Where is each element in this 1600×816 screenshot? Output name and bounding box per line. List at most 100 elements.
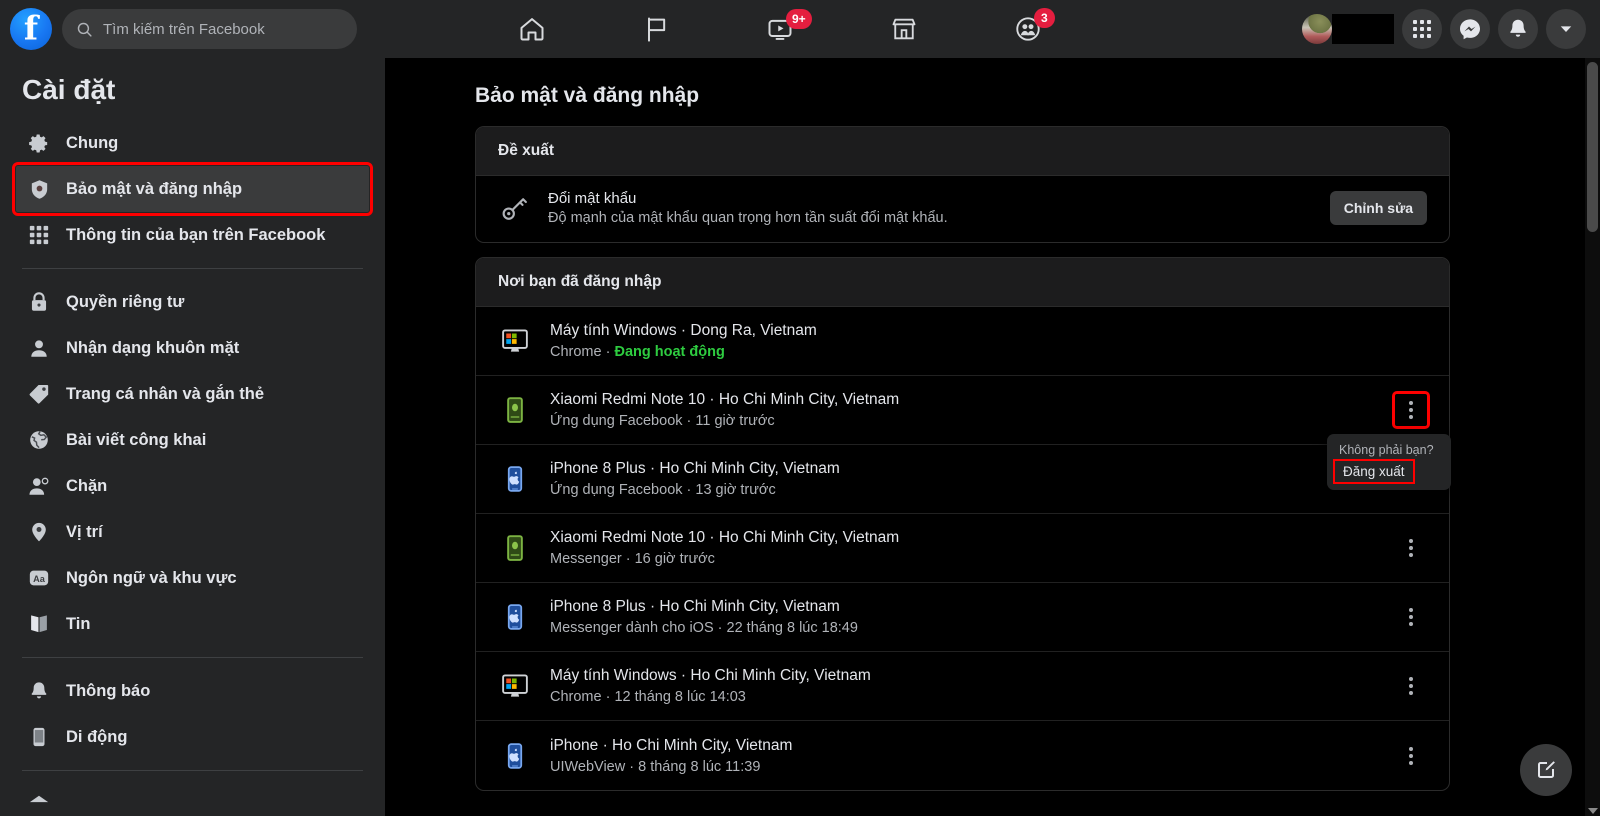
chevron-down-icon (1560, 26, 1572, 32)
bell-icon (1510, 19, 1526, 37)
language-icon: Aa (26, 565, 52, 591)
nav-home-button[interactable] (482, 5, 582, 53)
sidebar-item-label: Ngôn ngữ và khu vực (66, 568, 237, 587)
notifications-button[interactable] (1498, 9, 1538, 49)
sidebar-item-label: Chung (66, 133, 119, 152)
facebook-logo[interactable] (10, 8, 52, 50)
sidebar-title: Cài đặt (22, 74, 116, 105)
sidebar-item-quyen-rieng-tu[interactable]: Quyền riêng tư (16, 279, 369, 325)
compose-icon (1538, 761, 1555, 778)
sidebar-item-vi-tri[interactable]: Vị trí (16, 509, 369, 555)
windows-device-icon (498, 324, 532, 358)
nav-pages-button[interactable] (606, 5, 706, 53)
session-title: Máy tính Windows · Dong Ra, Vietnam (550, 322, 817, 339)
grid-icon (26, 222, 52, 248)
session-row: iPhone 8 Plus · Ho Chi Minh City, Vietna… (476, 445, 1449, 514)
session-row: Máy tính Windows · Dong Ra, Vietnam Chro… (476, 307, 1449, 376)
page-title: Bảo mật và đăng nhập (475, 84, 700, 107)
messenger-button[interactable] (1450, 9, 1490, 49)
compose-button[interactable] (1520, 744, 1572, 796)
globe-icon (26, 427, 52, 453)
sidebar-item-bao-mat-va-dang-nhap[interactable]: Bảo mật và đăng nhập (12, 162, 373, 216)
session-title: iPhone · Ho Chi Minh City, Vietnam (550, 736, 793, 754)
session-app: Chrome · (550, 344, 615, 360)
edit-password-button[interactable]: Chỉnh sửa (1329, 191, 1427, 225)
session-options-popup: Không phải bạn? Đăng xuất (1327, 434, 1451, 490)
session-options-button[interactable] (1392, 391, 1430, 429)
top-navigation-bar: Tìm kiếm trên Facebook 9+ (0, 0, 1600, 58)
book-icon (26, 611, 52, 637)
block-user-icon (26, 473, 52, 499)
sidebar-item-tin[interactable]: Tin (16, 601, 369, 647)
location-pin-icon (26, 519, 52, 545)
sidebar-item-label: Chặn (66, 476, 108, 495)
session-options-button[interactable] (1395, 670, 1427, 702)
settings-sidebar: Cài đặt Chung Bảo mật và đăng nhập Thông… (0, 58, 385, 816)
sidebar-item-thong-tin-cua-ban[interactable]: Thông tin của bạn trên Facebook (16, 212, 369, 258)
sidebar-item-label: Bài viết công khai (66, 430, 207, 449)
grid-icon (1413, 20, 1431, 38)
sidebar-item-label: Di động (66, 727, 128, 746)
sidebar-item-label: Trang cá nhân và gắn thẻ (66, 384, 265, 403)
home-icon (520, 18, 544, 41)
shield-icon (26, 176, 52, 202)
sidebar-item-ngon-ngu-va-khu-vuc[interactable]: Aa Ngôn ngữ và khu vực (16, 555, 369, 601)
sidebar-item-nhan-dang-khuon-mat[interactable]: Nhận dạng khuôn mặt (16, 325, 369, 371)
session-options-button[interactable] (1395, 601, 1427, 633)
session-options-button[interactable] (1395, 532, 1427, 564)
session-info: Máy tính Windows · Ho Chi Minh City, Vie… (550, 667, 1377, 705)
store-icon (892, 18, 916, 40)
nav-watch-button[interactable]: 9+ (730, 5, 830, 53)
sidebar-item-bai-viet-cong-khai[interactable]: Bài viết công khai (16, 417, 369, 463)
scrollbar-thumb[interactable] (1587, 62, 1598, 232)
change-password-title: Đổi mật khẩu (548, 190, 637, 207)
popup-question: Không phải bạn? (1339, 443, 1434, 457)
lock-icon (26, 289, 52, 315)
session-meta: Ứng dụng Facebook · 13 giờ trước (550, 482, 776, 498)
gear-icon (26, 130, 52, 156)
redacted-name-box (1332, 14, 1394, 44)
key-icon (498, 191, 532, 225)
sidebar-item-chan[interactable]: Chặn (16, 463, 369, 509)
recommendation-card-header: Đề xuất (476, 127, 1449, 176)
session-meta: UIWebView · 8 tháng 8 lúc 11:39 (550, 758, 761, 775)
sidebar-item-label: Thông báo (66, 681, 151, 700)
iphone-device-icon (498, 739, 532, 773)
sidebar-item-label: Thông tin của bạn trên Facebook (66, 225, 326, 244)
recommendation-card: Đề xuất Đổi mật khẩu Độ mạnh của mật khẩ… (475, 126, 1450, 243)
nav-marketplace-button[interactable] (854, 5, 954, 53)
windows-device-icon (498, 669, 532, 703)
flag-icon (648, 17, 666, 42)
session-info: Xiaomi Redmi Note 10 · Ho Chi Minh City,… (550, 529, 1377, 567)
android-device-icon (498, 393, 532, 427)
session-meta: Chrome · 12 tháng 8 lúc 14:03 (550, 689, 746, 705)
session-info: iPhone 8 Plus · Ho Chi Minh City, Vietna… (550, 460, 1377, 498)
messenger-icon (1460, 19, 1480, 40)
topbar-left: Tìm kiếm trên Facebook (0, 8, 357, 50)
change-password-subtitle: Độ mạnh của mật khẩu quan trọng hơn tần … (548, 210, 948, 226)
logout-menu-item[interactable]: Đăng xuất (1333, 459, 1415, 484)
change-password-row: Đổi mật khẩu Độ mạnh của mật khẩu quan t… (476, 176, 1449, 242)
sidebar-item-label: Nhận dạng khuôn mặt (66, 338, 240, 357)
sidebar-item-trang-ca-nhan-va-gan-the[interactable]: Trang cá nhân và gắn thẻ (16, 371, 369, 417)
session-options-button[interactable] (1395, 740, 1427, 772)
account-menu-button[interactable] (1546, 9, 1586, 49)
login-sessions-header: Nơi bạn đã đăng nhập (476, 258, 1449, 307)
change-password-text: Đổi mật khẩu Độ mạnh của mật khẩu quan t… (548, 190, 1314, 226)
nav-groups-button[interactable]: 3 (978, 5, 1078, 53)
scrollbar-down-arrow-icon[interactable] (1588, 808, 1598, 814)
search-box[interactable]: Tìm kiếm trên Facebook (62, 9, 357, 49)
generic-icon (26, 791, 52, 816)
page-scrollbar[interactable] (1585, 58, 1600, 816)
sidebar-item-di-dong[interactable]: Di động (16, 714, 369, 760)
session-status-active: Đang hoạt động (614, 344, 725, 360)
face-icon (26, 335, 52, 361)
sidebar-item-label: Bảo mật và đăng nhập (66, 179, 243, 198)
sidebar-item-thong-bao[interactable]: Thông báo (16, 668, 369, 714)
menu-grid-button[interactable] (1402, 9, 1442, 49)
search-icon (77, 22, 92, 37)
profile-shortcut[interactable] (1302, 14, 1394, 44)
sidebar-item-chung[interactable]: Chung (16, 120, 369, 166)
session-title: Máy tính Windows · Ho Chi Minh City, Vie… (550, 667, 871, 684)
sidebar-item-partial-cutoff[interactable] (16, 781, 369, 816)
